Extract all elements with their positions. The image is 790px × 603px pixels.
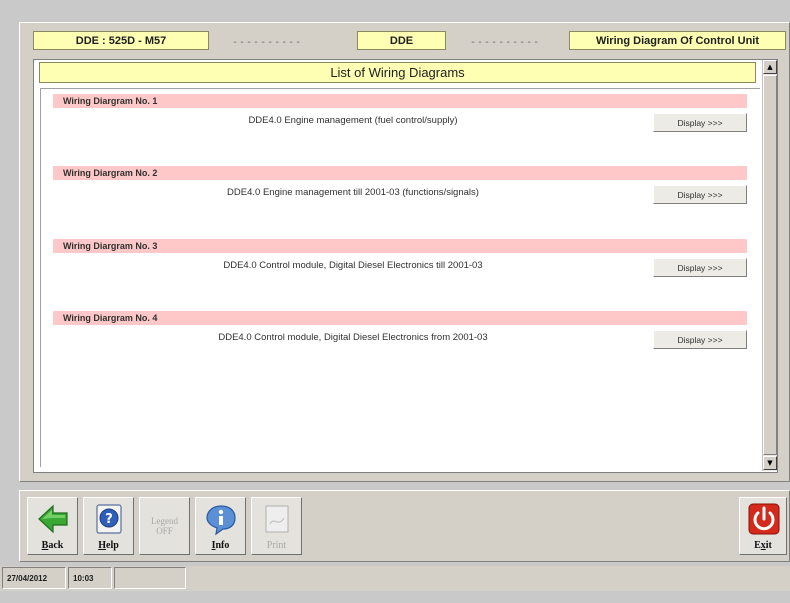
exit-button[interactable]: Exit: [739, 497, 787, 555]
legend-label: Legend: [151, 516, 178, 526]
legend-toggle-button[interactable]: Legend OFF: [139, 497, 190, 555]
help-button[interactable]: ? Help: [83, 497, 134, 555]
display-button-2[interactable]: Display >>>: [653, 185, 747, 204]
exit-label: Exit: [754, 540, 772, 551]
legend-state: OFF: [156, 526, 173, 536]
legend-text: Legend OFF: [140, 516, 189, 536]
display-button-3[interactable]: Display >>>: [653, 258, 747, 277]
status-time: 10:03: [68, 567, 112, 589]
status-date: 27/04/2012: [2, 567, 66, 589]
list-title: List of Wiring Diagrams: [39, 62, 756, 83]
display-button-4[interactable]: Display >>>: [653, 330, 747, 349]
display-button-1[interactable]: Display >>>: [653, 113, 747, 132]
diagram-header-3: Wiring Diargram No. 3: [53, 239, 747, 253]
vertical-scrollbar[interactable]: ▲ ▼: [762, 60, 777, 471]
status-extra: [114, 567, 186, 589]
diagram-header-2: Wiring Diargram No. 2: [53, 166, 747, 180]
diagram-description-4: DDE4.0 Control module, Digital Diesel El…: [218, 332, 488, 343]
print-icon: [265, 505, 289, 533]
vehicle-label: DDE : 525D - M57: [33, 31, 209, 50]
diagram-description-1: DDE4.0 Engine management (fuel control/s…: [248, 115, 458, 126]
diagram-header-4: Wiring Diargram No. 4: [53, 311, 747, 325]
diagram-description-2: DDE4.0 Engine management till 2001-03 (f…: [227, 187, 479, 198]
print-button[interactable]: Print: [251, 497, 302, 555]
scroll-down-button[interactable]: ▼: [763, 456, 777, 470]
back-label: Back: [41, 540, 64, 551]
help-book-icon: ?: [96, 504, 122, 534]
power-icon: [748, 503, 780, 535]
function-label: Wiring Diagram Of Control Unit: [569, 31, 786, 50]
diagram-header-1: Wiring Diargram No. 1: [53, 94, 747, 108]
separator-left: ----------: [232, 37, 303, 48]
svg-text:?: ?: [105, 512, 113, 527]
bottom-toolbar: [19, 490, 790, 562]
scroll-up-button[interactable]: ▲: [763, 60, 777, 74]
print-label: Print: [266, 540, 287, 551]
info-button[interactable]: Info: [195, 497, 246, 555]
help-label: Help: [98, 540, 119, 551]
module-label: DDE: [357, 31, 446, 50]
info-icon: [206, 505, 236, 536]
separator-right: ----------: [470, 37, 541, 48]
diagram-description-3: DDE4.0 Control module, Digital Diesel El…: [223, 260, 483, 271]
back-arrow-icon: [38, 504, 68, 534]
list-content: [40, 88, 760, 467]
back-button[interactable]: Back: [27, 497, 78, 555]
scroll-thumb[interactable]: [763, 75, 777, 455]
info-label: Info: [211, 540, 230, 551]
